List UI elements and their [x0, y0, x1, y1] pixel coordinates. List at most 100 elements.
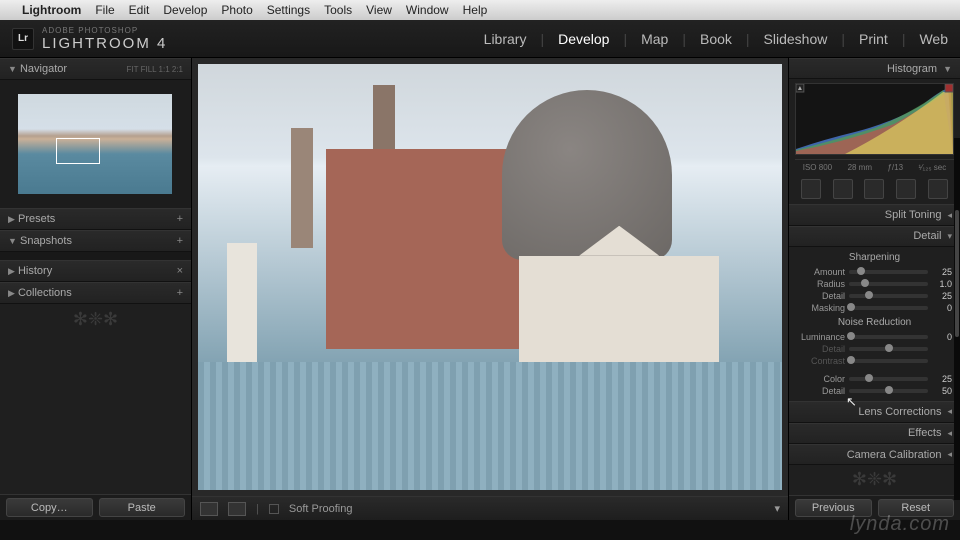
menu-photo[interactable]: Photo	[221, 3, 252, 17]
menu-tools[interactable]: Tools	[324, 3, 352, 17]
noise-title: Noise Reduction	[789, 314, 960, 331]
navigator-zoom-levels[interactable]: FIT FILL 1:1 2:1	[127, 65, 183, 74]
exif-focal: 28 mm	[848, 163, 872, 172]
menu-settings[interactable]: Settings	[267, 3, 310, 17]
module-print[interactable]: Print	[859, 31, 888, 47]
soft-proof-label: Soft Proofing	[289, 503, 353, 515]
center-stage: | Soft Proofing ▾	[192, 58, 788, 520]
histogram-header[interactable]: Histogram▼	[789, 58, 960, 79]
presets-add-icon[interactable]: +	[177, 213, 183, 225]
detail-header[interactable]: Detail▾	[789, 226, 960, 247]
panel-ornament-icon: ✻❈✻	[0, 304, 191, 334]
sharpen-amount-slider[interactable]	[849, 270, 928, 274]
collections-header[interactable]: ▶ Collections +	[0, 282, 191, 304]
menu-file[interactable]: File	[95, 3, 114, 17]
center-toolbar: | Soft Proofing ▾	[192, 496, 788, 520]
snapshots-add-icon[interactable]: +	[177, 235, 183, 247]
app-menu[interactable]: Lightroom	[22, 3, 81, 17]
collections-add-icon[interactable]: +	[177, 287, 183, 299]
noise-color-slider[interactable]	[849, 377, 928, 381]
filmstrip-collapsed[interactable]	[0, 520, 960, 540]
sharpen-masking-row: Masking0	[789, 302, 960, 314]
reset-button[interactable]: Reset	[878, 499, 955, 517]
histogram-display[interactable]	[795, 83, 954, 155]
navigator-header[interactable]: ▼ Navigator FIT FILL 1:1 2:1	[0, 58, 191, 80]
noise-color-detail-row: Detail50	[789, 385, 960, 397]
module-map[interactable]: Map	[641, 31, 668, 47]
noise-contrast-row: Contrast	[789, 355, 960, 367]
noise-luminance-row: Luminance0	[789, 331, 960, 343]
noise-color-detail-slider[interactable]	[849, 389, 928, 393]
module-develop[interactable]: Develop	[558, 31, 609, 47]
presets-header[interactable]: ▶ Presets +	[0, 208, 191, 230]
brand-subtitle: ADOBE PHOTOSHOP	[42, 26, 167, 35]
app-header: Lr ADOBE PHOTOSHOP LIGHTROOM 4 Library| …	[0, 20, 960, 58]
photo-viewport[interactable]	[192, 58, 788, 496]
right-scrollbar[interactable]	[954, 138, 960, 500]
brush-tool-icon[interactable]	[928, 179, 948, 199]
sharpening-title: Sharpening	[789, 249, 960, 266]
soft-proof-checkbox[interactable]	[269, 504, 279, 514]
exif-readout: ISO 800 28 mm ƒ/13 ¹⁄₁₂₅ sec	[795, 159, 954, 175]
paste-button[interactable]: Paste	[99, 498, 186, 517]
tool-strip	[795, 177, 954, 200]
toolbar-menu-icon[interactable]: ▾	[774, 502, 780, 515]
histogram-title: Histogram	[887, 63, 937, 75]
camera-calibration-header[interactable]: Camera Calibration◂	[789, 444, 960, 465]
menu-edit[interactable]: Edit	[129, 3, 150, 17]
menu-window[interactable]: Window	[406, 3, 449, 17]
menu-help[interactable]: Help	[463, 3, 488, 17]
history-clear-icon[interactable]: ×	[177, 265, 183, 277]
navigator-title: Navigator	[20, 63, 67, 75]
brand-title: LIGHTROOM 4	[42, 35, 167, 52]
history-title: History	[18, 265, 52, 277]
lens-corrections-title: Lens Corrections	[858, 406, 941, 418]
module-web[interactable]: Web	[919, 31, 948, 47]
sharpen-detail-row: Detail25	[789, 290, 960, 302]
split-toning-header[interactable]: Split Toning◂	[789, 204, 960, 225]
noise-color-row: Color25	[789, 373, 960, 385]
effects-title: Effects	[908, 427, 941, 439]
photo-image	[198, 64, 782, 490]
history-header[interactable]: ▶ History ×	[0, 260, 191, 282]
sharpen-masking-slider[interactable]	[849, 306, 928, 310]
module-slideshow[interactable]: Slideshow	[764, 31, 828, 47]
previous-button[interactable]: Previous	[795, 499, 872, 517]
menu-view[interactable]: View	[366, 3, 392, 17]
menu-develop[interactable]: Develop	[163, 3, 207, 17]
sharpen-detail-slider[interactable]	[849, 294, 928, 298]
loupe-view-icon[interactable]	[200, 502, 218, 516]
compare-view-icon[interactable]	[228, 502, 246, 516]
noise-lum-detail-slider[interactable]	[849, 347, 928, 351]
mac-menubar: Lightroom File Edit Develop Photo Settin…	[0, 0, 960, 20]
sharpen-amount-row: Amount25	[789, 266, 960, 278]
noise-luminance-slider[interactable]	[849, 335, 928, 339]
copy-button[interactable]: Copy…	[6, 498, 93, 517]
redeye-tool-icon[interactable]	[864, 179, 884, 199]
snapshots-title: Snapshots	[20, 235, 72, 247]
crop-tool-icon[interactable]	[801, 179, 821, 199]
exif-iso: ISO 800	[803, 163, 832, 172]
snapshots-header[interactable]: ▼ Snapshots +	[0, 230, 191, 252]
exif-shutter: ¹⁄₁₂₅ sec	[919, 163, 947, 172]
left-panel-group: ▼ Navigator FIT FILL 1:1 2:1 ▶ Presets +…	[0, 58, 192, 520]
sharpen-radius-slider[interactable]	[849, 282, 928, 286]
presets-title: Presets	[18, 213, 55, 225]
split-toning-title: Split Toning	[885, 209, 942, 221]
collections-title: Collections	[18, 287, 72, 299]
module-library[interactable]: Library	[484, 31, 527, 47]
detail-panel-body: Sharpening Amount25 Radius1.0 Detail25 M…	[789, 247, 960, 401]
lens-corrections-header[interactable]: Lens Corrections◂	[789, 401, 960, 422]
navigator-thumbnail[interactable]	[18, 94, 172, 194]
exif-aperture: ƒ/13	[887, 163, 903, 172]
right-panel-group: Histogram▼ ISO 800 28 mm ƒ/13 ¹⁄₁₂₅ sec	[788, 58, 960, 520]
panel-ornament-icon: ✻❈✻	[789, 465, 960, 494]
detail-title: Detail	[913, 230, 941, 242]
grad-filter-icon[interactable]	[896, 179, 916, 199]
noise-lum-detail-row: Detail	[789, 343, 960, 355]
noise-contrast-slider[interactable]	[849, 359, 928, 363]
module-book[interactable]: Book	[700, 31, 732, 47]
spot-tool-icon[interactable]	[833, 179, 853, 199]
module-picker: Library| Develop| Map| Book| Slideshow| …	[484, 31, 948, 47]
effects-header[interactable]: Effects◂	[789, 423, 960, 444]
